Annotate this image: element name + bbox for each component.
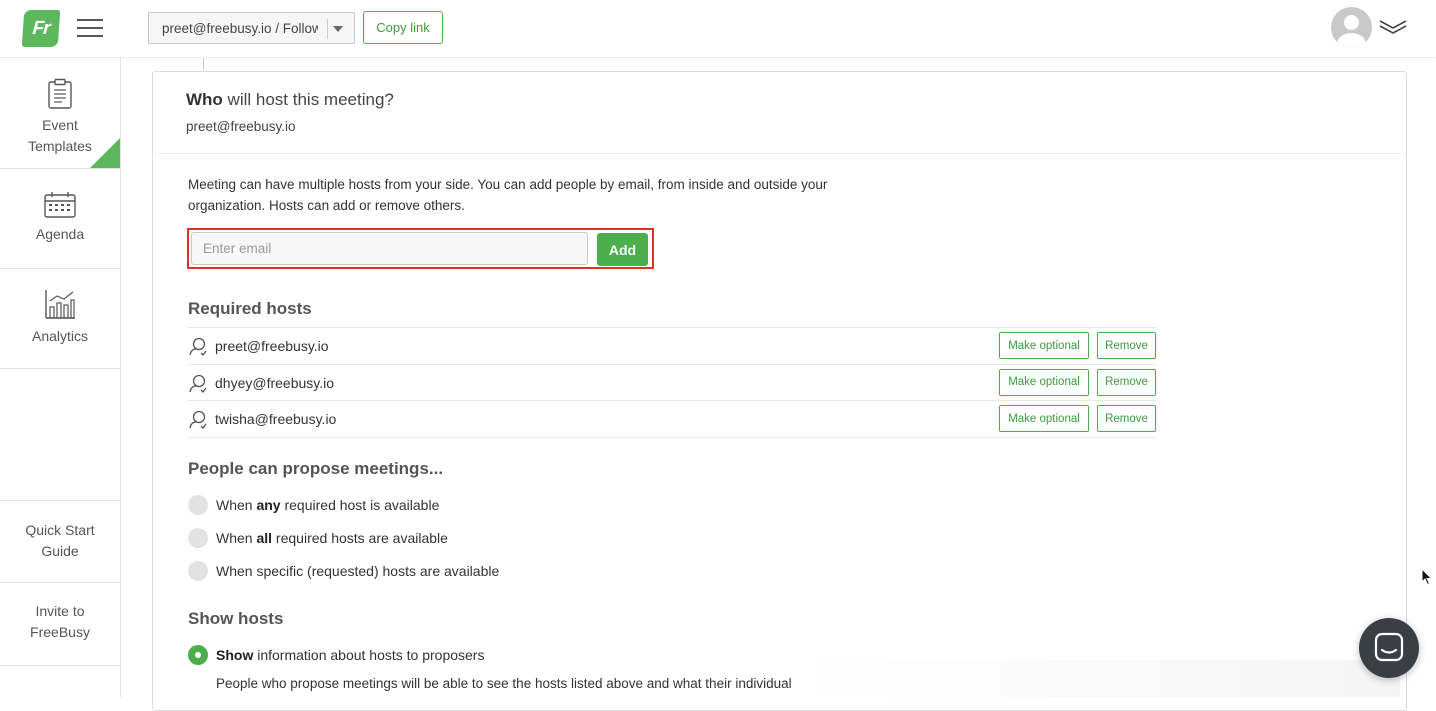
user-icon [189, 374, 207, 393]
email-input[interactable] [191, 232, 588, 265]
hamburger-menu-icon[interactable] [77, 19, 103, 37]
copy-link-button[interactable]: Copy link [363, 11, 443, 44]
list-item: dhyey@freebusy.io Make optional Remove [188, 365, 1156, 401]
current-host-value: preet@freebusy.io [186, 119, 296, 134]
host-email: twisha@freebusy.io [215, 411, 337, 427]
selector-divider [327, 19, 328, 39]
radio-label: When all required hosts are available [216, 530, 448, 546]
account-selector[interactable]: preet@freebusy.io / Follow [148, 12, 355, 44]
freebusy-logo[interactable]: Fr [21, 10, 61, 47]
sidebar-item-invite[interactable]: Invite to FreeBusy [0, 583, 120, 666]
host-email: preet@freebusy.io [215, 338, 329, 354]
account-selector-value: preet@freebusy.io / Follow [162, 21, 318, 36]
divider [203, 58, 204, 70]
double-chevron-down-icon[interactable] [1379, 18, 1407, 36]
sidebar-item-label: Event Templates [28, 117, 92, 154]
remove-button[interactable]: Remove [1097, 368, 1156, 396]
list-item: preet@freebusy.io Make optional Remove [188, 328, 1156, 365]
radio-button[interactable] [188, 561, 208, 581]
calendar-icon [44, 192, 76, 218]
main-content: Who will host this meeting? preet@freebu… [121, 58, 1436, 711]
mouse-cursor-icon [1421, 568, 1433, 586]
clipboard-icon [48, 78, 72, 109]
caret-down-icon[interactable] [333, 26, 343, 32]
bar-chart-icon [45, 290, 75, 319]
sidebar-item-label: Analytics [31, 328, 89, 344]
sidebar-item-event-templates[interactable]: Event Templates [0, 58, 120, 169]
sidebar-item-quick-start-guide[interactable]: Quick Start Guide [0, 500, 120, 583]
user-avatar[interactable] [1331, 7, 1372, 48]
chat-launcher-button[interactable] [1359, 618, 1419, 678]
make-optional-button[interactable]: Make optional [999, 332, 1089, 359]
sidebar-item-label: Invite to FreeBusy [30, 603, 90, 640]
radio-button[interactable] [188, 495, 208, 515]
make-optional-button[interactable]: Make optional [999, 368, 1089, 396]
propose-meetings-title: People can propose meetings... [188, 459, 444, 478]
required-hosts-title: Required hosts [188, 299, 312, 318]
add-host-form: Add [187, 228, 654, 269]
active-indicator [90, 138, 120, 168]
make-optional-button[interactable]: Make optional [999, 405, 1089, 432]
radio-label: Show information about hosts to proposer… [216, 647, 485, 663]
card-header: Who will host this meeting? preet@freebu… [153, 72, 1406, 154]
user-icon [189, 337, 207, 356]
sidebar-item-agenda[interactable]: Agenda [0, 169, 120, 269]
hosts-list: preet@freebusy.io Make optional Remove d… [188, 327, 1156, 438]
chat-icon [1374, 632, 1404, 662]
sidebar-item-label: Agenda [35, 226, 85, 242]
remove-button[interactable]: Remove [1097, 332, 1156, 359]
show-hosts-note: People who propose meetings will be able… [216, 676, 792, 691]
show-hosts-title: Show hosts [188, 609, 284, 628]
hosts-description: Meeting can have multiple hosts from you… [188, 177, 828, 213]
radio-label: When specific (requested) hosts are avai… [216, 563, 500, 579]
radio-button[interactable] [188, 528, 208, 548]
sidebar-item-analytics[interactable]: Analytics [0, 269, 120, 369]
remove-button[interactable]: Remove [1097, 405, 1156, 432]
sidebar: Event Templates Agenda Analytics Quick S… [0, 58, 121, 697]
list-item: twisha@freebusy.io Make optional Remove [188, 401, 1156, 438]
hosts-card: Who will host this meeting? preet@freebu… [152, 71, 1407, 711]
radio-label: When any required host is available [216, 497, 440, 513]
top-bar: Fr preet@freebusy.io / Follow Copy link [0, 0, 1436, 58]
radio-button-selected[interactable] [188, 645, 208, 665]
section-question: Who will host this meeting? [186, 90, 394, 109]
user-icon [189, 410, 207, 429]
sidebar-item-label: Quick Start Guide [25, 522, 95, 559]
host-email: dhyey@freebusy.io [215, 374, 335, 391]
add-button[interactable]: Add [597, 233, 648, 266]
